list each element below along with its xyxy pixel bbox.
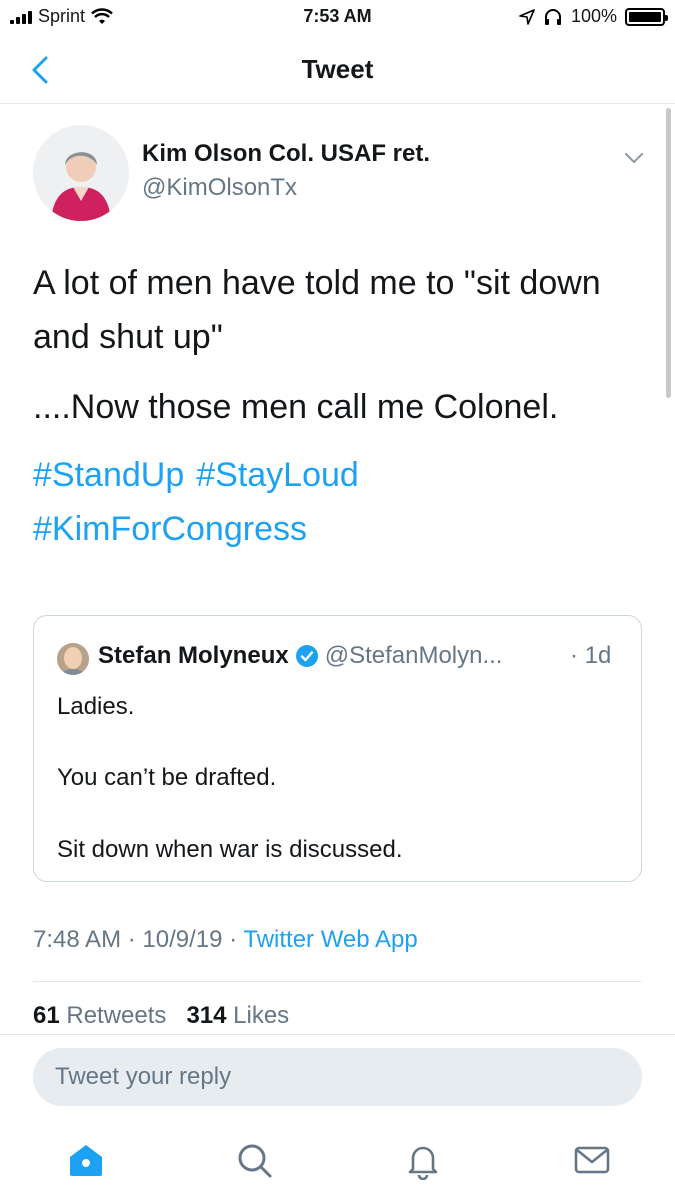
quote-header: Stefan Molyneux @StefanMolyn... [98,642,502,670]
tweet-meta: 7:48 AM · 10/9/19 · Twitter Web App [33,926,418,954]
home-icon[interactable] [66,1140,106,1180]
quote-text-line: Ladies. [57,693,135,720]
hashtag-link[interactable]: #KimForCongress [33,510,307,548]
tweet-timestamp: 7:48 AM · 10/9/19 · [33,926,244,953]
chevron-down-icon[interactable] [622,146,646,170]
likes-stat[interactable]: 314 Likes [186,1002,289,1029]
verified-badge-icon [295,645,318,667]
scrollbar[interactable] [666,108,671,398]
search-icon[interactable] [234,1140,274,1180]
quoted-tweet[interactable]: Stefan Molyneux @StefanMolyn... · 1d Lad… [33,615,642,882]
hashtag-link[interactable]: #StandUp [33,456,184,494]
quote-text-line: Sit down when war is discussed. [57,836,403,863]
tweet-text-line-1: A lot of men have told me to "sit down a… [33,264,601,356]
divider [33,981,642,982]
quote-author-name: Stefan Molyneux [98,642,289,669]
retweets-count: 61 [33,1002,60,1029]
tab-bar [0,1120,675,1200]
tweet-text-line-2: ....Now those men call me Colonel. [33,388,559,426]
headphones-icon [544,8,561,25]
notifications-icon[interactable] [403,1140,443,1180]
nav-bar: Tweet [0,36,675,104]
quote-author-avatar [57,643,89,675]
retweets-stat[interactable]: 61 Retweets [33,1002,166,1029]
quote-text-line: You can’t be drafted. [57,764,277,791]
source-link[interactable]: Twitter Web App [243,926,417,953]
author-avatar[interactable] [33,125,129,221]
location-icon [519,8,535,25]
battery-icon [625,7,668,26]
quote-time: · 1d [570,642,612,669]
page-title: Tweet [301,54,374,84]
author-handle[interactable]: @KimOlsonTx [142,174,297,202]
status-bar: Sprint 7:53 AM 100% [0,0,675,36]
retweets-label: Retweets [66,1002,167,1029]
messages-icon[interactable] [572,1140,612,1180]
reply-input[interactable]: Tweet your reply [33,1048,642,1106]
battery-label: 100% [570,6,617,26]
divider [0,1034,675,1035]
reply-placeholder: Tweet your reply [55,1063,232,1090]
quote-author-handle: @StefanMolyn... [324,642,503,669]
likes-count: 314 [186,1002,227,1029]
hashtags: #StandUp #StayLoud #KimForCongress [33,448,643,556]
likes-label: Likes [233,1002,290,1029]
status-right: 100% [519,6,668,27]
hashtag-link[interactable]: #StayLoud [196,456,359,494]
author-name[interactable]: Kim Olson Col. USAF ret. [142,140,430,168]
tweet-stats: 61 Retweets 314 Likes [33,1002,289,1030]
